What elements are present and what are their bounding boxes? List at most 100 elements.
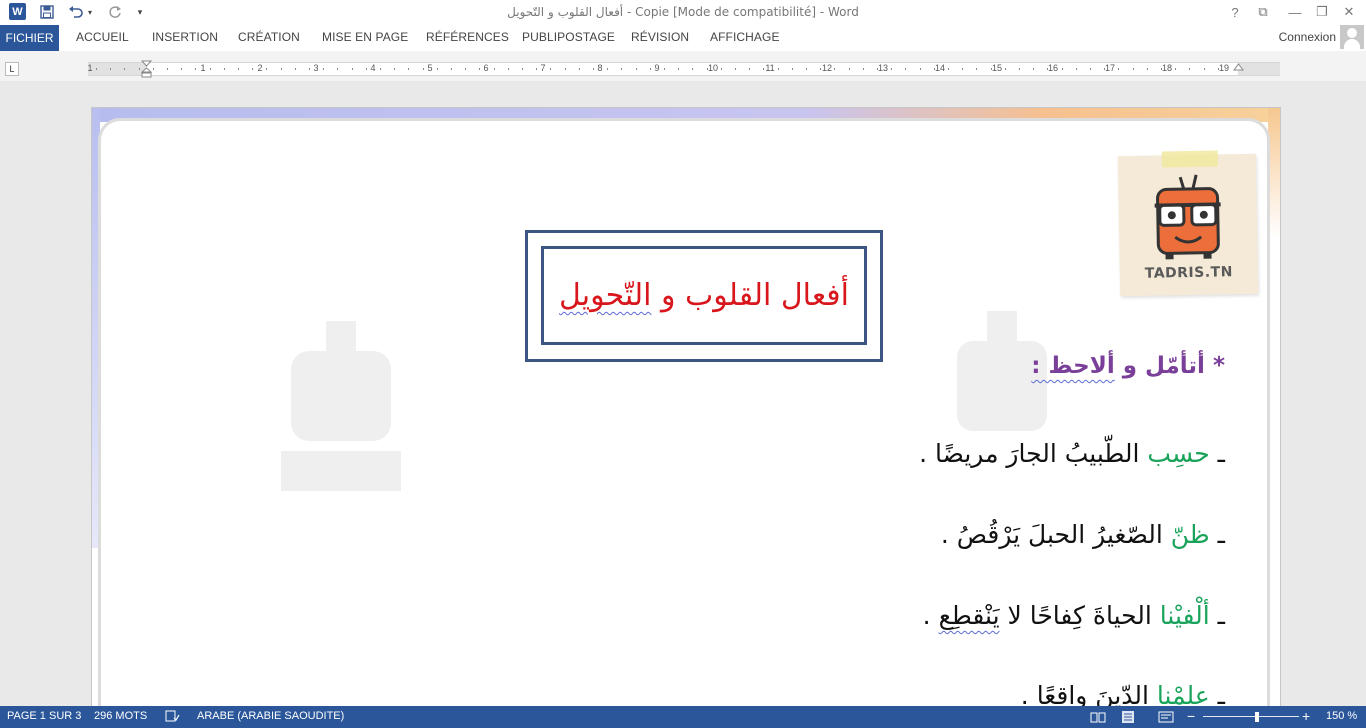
ruler-tick <box>181 68 183 70</box>
ruler-tick <box>465 68 467 70</box>
zoom-level[interactable]: 150 % <box>1326 710 1357 722</box>
tab-accueil[interactable]: ACCUEIL <box>76 30 129 44</box>
ruler-tick <box>1118 68 1120 70</box>
document-page[interactable]: أفعال القلوب و التّحويل TADRIS.TN * أتأم… <box>91 107 1281 706</box>
tab-selector[interactable]: L <box>5 62 19 76</box>
ruler-number: 11 <box>765 63 775 73</box>
document-canvas[interactable]: أفعال القلوب و التّحويل TADRIS.TN * أتأم… <box>0 81 1366 706</box>
ruler-tick <box>138 68 140 70</box>
ruler-tick <box>209 68 211 70</box>
zoom-slider[interactable] <box>1203 716 1299 717</box>
ruler-tick <box>422 68 424 70</box>
ruler-number: 5 <box>427 63 433 73</box>
tadris-logo[interactable]: TADRIS.TN <box>1117 150 1259 297</box>
minimize-icon[interactable]: — <box>1284 3 1306 21</box>
help-icon[interactable]: ? <box>1224 3 1246 21</box>
tab-fichier[interactable]: FICHIER <box>0 25 59 51</box>
example-line-3[interactable]: ـ ألْفيْنا الحياةَ كِفاحًا لا يَنْقطِع . <box>923 601 1225 630</box>
ruler-tick <box>848 68 850 70</box>
ruler-right-margin <box>1238 63 1280 75</box>
line-verb: حسِب <box>1147 439 1210 468</box>
tab-creation[interactable]: CRÉATION <box>238 30 300 44</box>
example-line-1[interactable]: ـ حسِب الطّبيبُ الجارَ مريضًا . <box>919 439 1225 468</box>
ruler-area: L 1 1 2 3 4 5 6 7 8 9 10 11 12 13 14 15 … <box>0 51 1366 81</box>
ribbon-display-options-icon[interactable]: ⧉ <box>1252 3 1274 21</box>
ruler-tick <box>806 68 807 70</box>
right-indent-marker[interactable] <box>1233 60 1244 76</box>
line-dash: ـ <box>1209 520 1225 549</box>
ruler-tick <box>877 68 878 70</box>
ruler-number: 14 <box>934 63 946 73</box>
ruler-tick <box>507 68 509 70</box>
ruler-tick <box>110 68 112 70</box>
ruler-number: 13 <box>877 63 889 73</box>
ruler-tick <box>152 68 154 70</box>
example-line-2[interactable]: ـ ظنّ الصّغيرُ الحبلَ يَرْقُصُ . <box>941 520 1225 549</box>
horizontal-ruler[interactable]: 1 1 2 3 4 5 6 7 8 9 10 11 12 13 14 15 16… <box>87 62 1280 76</box>
ruler-tick <box>280 68 282 70</box>
tab-references[interactable]: RÉFÉRENCES <box>426 30 509 44</box>
ruler-tick <box>749 68 751 70</box>
proofing-icon[interactable] <box>165 710 180 725</box>
page-frame: أفعال القلوب و التّحويل TADRIS.TN * أتأم… <box>98 118 1270 706</box>
ruler-number: 17 <box>1104 63 1116 73</box>
section-heading[interactable]: * أتأمّل و ألاحظ : <box>1031 353 1225 379</box>
language-indicator[interactable]: ARABE (ARABIE SAOUDITE) <box>197 710 344 722</box>
ruler-tick <box>763 68 765 70</box>
print-layout-icon[interactable] <box>1121 710 1135 727</box>
ruler-number: 8 <box>597 63 603 73</box>
line-verb: ظنّ <box>1170 520 1210 549</box>
tab-mise-en-page[interactable]: MISE EN PAGE <box>322 30 408 44</box>
ruler-tick <box>365 68 367 70</box>
maximize-icon[interactable]: ❐ <box>1311 3 1333 21</box>
ruler-tick <box>1047 68 1049 70</box>
ruler-tick <box>607 68 609 70</box>
ruler-tick <box>1033 68 1035 70</box>
line-rest-flagged: يَنْقطِع <box>938 601 1000 630</box>
title-box-inner: أفعال القلوب و التّحويل <box>541 246 867 345</box>
tab-revision[interactable]: RÉVISION <box>631 30 689 44</box>
ruler-number: 6 <box>483 63 489 73</box>
zoom-out-button[interactable]: − <box>1187 708 1195 724</box>
ruler-tick <box>649 68 651 70</box>
ruler-tick <box>96 68 97 70</box>
zoom-in-button[interactable]: + <box>1302 708 1310 724</box>
ruler-tick <box>1104 68 1106 70</box>
web-layout-icon[interactable] <box>1158 711 1174 726</box>
page-title[interactable]: أفعال القلوب و التّحويل <box>559 278 849 313</box>
ruler-tick <box>933 68 935 70</box>
window-title: أفعال القلوب و التّحويل - Copie [Mode de… <box>507 5 859 19</box>
close-icon[interactable]: ✕ <box>1338 3 1360 21</box>
ruler-tick <box>351 68 353 70</box>
line-rest-end: . <box>922 601 939 630</box>
ruler-tick <box>1146 68 1148 70</box>
ruler-tick <box>1132 68 1134 70</box>
ruler-tick <box>451 68 452 70</box>
tv-mascot-icon <box>1154 174 1221 260</box>
tab-insertion[interactable]: INSERTION <box>152 30 218 44</box>
ruler-tick <box>1189 68 1191 70</box>
tab-affichage[interactable]: AFFICHAGE <box>710 30 780 44</box>
ruler-number: 19 <box>1218 63 1230 73</box>
read-mode-icon[interactable] <box>1090 711 1106 726</box>
sign-in-link[interactable]: Connexion <box>1279 30 1336 44</box>
ruler-tick <box>720 68 722 70</box>
tab-publipostage[interactable]: PUBLIPOSTAGE <box>522 30 615 44</box>
ruler-tick <box>1203 68 1205 70</box>
ruler-tick <box>1175 68 1177 70</box>
left-indent-marker[interactable] <box>140 60 153 78</box>
ruler-number: 15 <box>991 63 1003 73</box>
ruler-tick <box>990 68 992 70</box>
ruler-number: 9 <box>654 63 660 73</box>
example-line-4[interactable]: ـ علمْنا الدّينَ واقعًا . <box>1021 681 1225 706</box>
ruler-tick <box>408 68 410 70</box>
word-count[interactable]: 296 MOTS <box>94 710 147 722</box>
line-verb: علمْنا <box>1156 681 1210 706</box>
avatar[interactable] <box>1340 25 1364 49</box>
page-count[interactable]: PAGE 1 SUR 3 <box>7 710 81 722</box>
ruler-tick <box>820 68 822 70</box>
ruler-tick <box>1019 68 1020 70</box>
zoom-slider-thumb[interactable] <box>1254 712 1259 722</box>
ruler-number: 4 <box>370 63 376 73</box>
ruler-tick <box>962 68 964 70</box>
